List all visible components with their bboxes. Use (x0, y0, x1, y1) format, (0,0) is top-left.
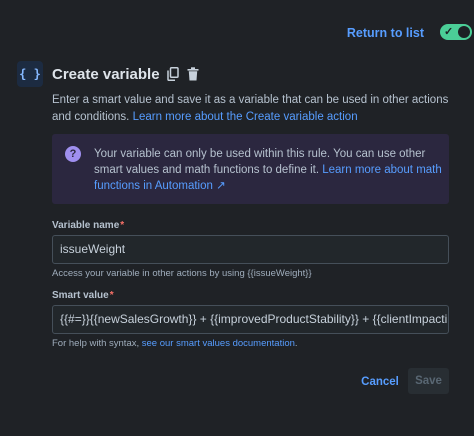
learn-more-create-variable-link[interactable]: Learn more about the Create variable act… (133, 111, 358, 123)
question-icon: ? (65, 146, 81, 162)
required-indicator: * (109, 290, 114, 301)
smart-value-label: Smart value* (52, 290, 114, 301)
smart-values-docs-link[interactable]: see our smart values documentation (142, 338, 295, 349)
trash-icon[interactable] (186, 66, 200, 82)
smart-value-input[interactable]: {{#=}}{{newSalesGrowth}} + {{improvedPro… (52, 305, 449, 334)
page-title: Create variable (52, 65, 160, 83)
rule-enabled-toggle[interactable]: ✓ (440, 24, 472, 40)
braces-icon: { } (17, 61, 43, 87)
variable-name-input[interactable]: issueWeight (52, 235, 449, 264)
copy-icon[interactable] (166, 66, 180, 82)
cancel-button[interactable]: Cancel (356, 370, 404, 394)
top-bar: Return to list ✓ (0, 0, 474, 58)
save-button[interactable]: Save (408, 368, 449, 394)
component-header: { } Create variable (17, 60, 457, 88)
check-icon: ✓ (444, 26, 454, 38)
info-text: Your variable can only be used within th… (94, 146, 442, 194)
smart-value-helper: For help with syntax, see our smart valu… (52, 338, 298, 349)
variable-name-label: Variable name* (52, 220, 125, 231)
return-to-list-link[interactable]: Return to list (347, 26, 424, 40)
description: Enter a smart value and save it as a var… (52, 92, 452, 126)
variable-name-helper: Access your variable in other actions by… (52, 268, 312, 279)
required-indicator: * (120, 220, 125, 231)
toggle-knob (458, 26, 470, 38)
info-panel: ? Your variable can only be used within … (52, 134, 449, 204)
